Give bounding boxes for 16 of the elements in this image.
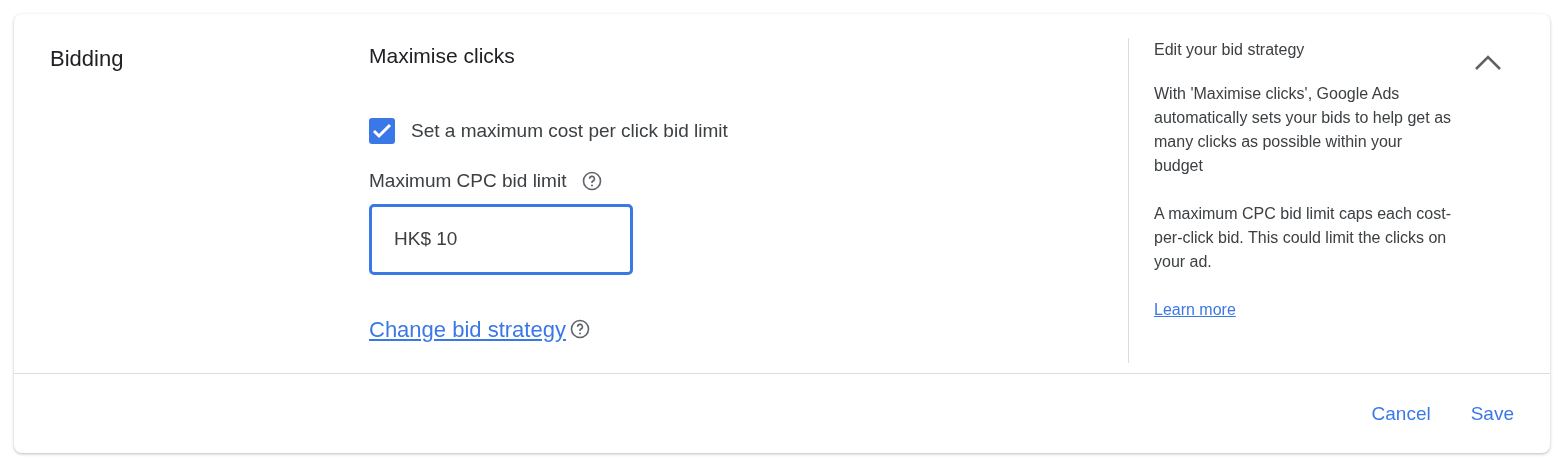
help-title: Edit your bid strategy	[1154, 40, 1306, 60]
field-label: Maximum CPC bid limit	[369, 169, 567, 193]
checkbox[interactable]	[369, 117, 395, 144]
bid-limit-field[interactable]: HK$ 10	[369, 203, 633, 275]
help-text: A maximum CPC bid limit caps each cost-per-click bid. This could limit the clicks on your ad.	[1154, 204, 1452, 272]
help-text: With 'Maximise clicks', Google Ads automatically sets your bids to help get as many clicks as possible within your budget	[1154, 84, 1453, 176]
footer-button[interactable]: Cancel	[1361, 396, 1441, 433]
help-icon[interactable]	[569, 319, 590, 339]
strategy-title: Maximise clicks	[369, 43, 516, 69]
change-bid-strategy-link[interactable]: Change bid strategy	[369, 312, 566, 346]
section-title: Bidding	[49, 45, 125, 73]
footer-button[interactable]: Save	[1460, 396, 1524, 433]
check-icon	[372, 122, 392, 139]
learn-more-link[interactable]: Learn more	[1154, 301, 1236, 318]
checkbox-label: Set a maximum cost per click bid limit	[411, 118, 728, 143]
help-icon[interactable]	[582, 171, 603, 192]
